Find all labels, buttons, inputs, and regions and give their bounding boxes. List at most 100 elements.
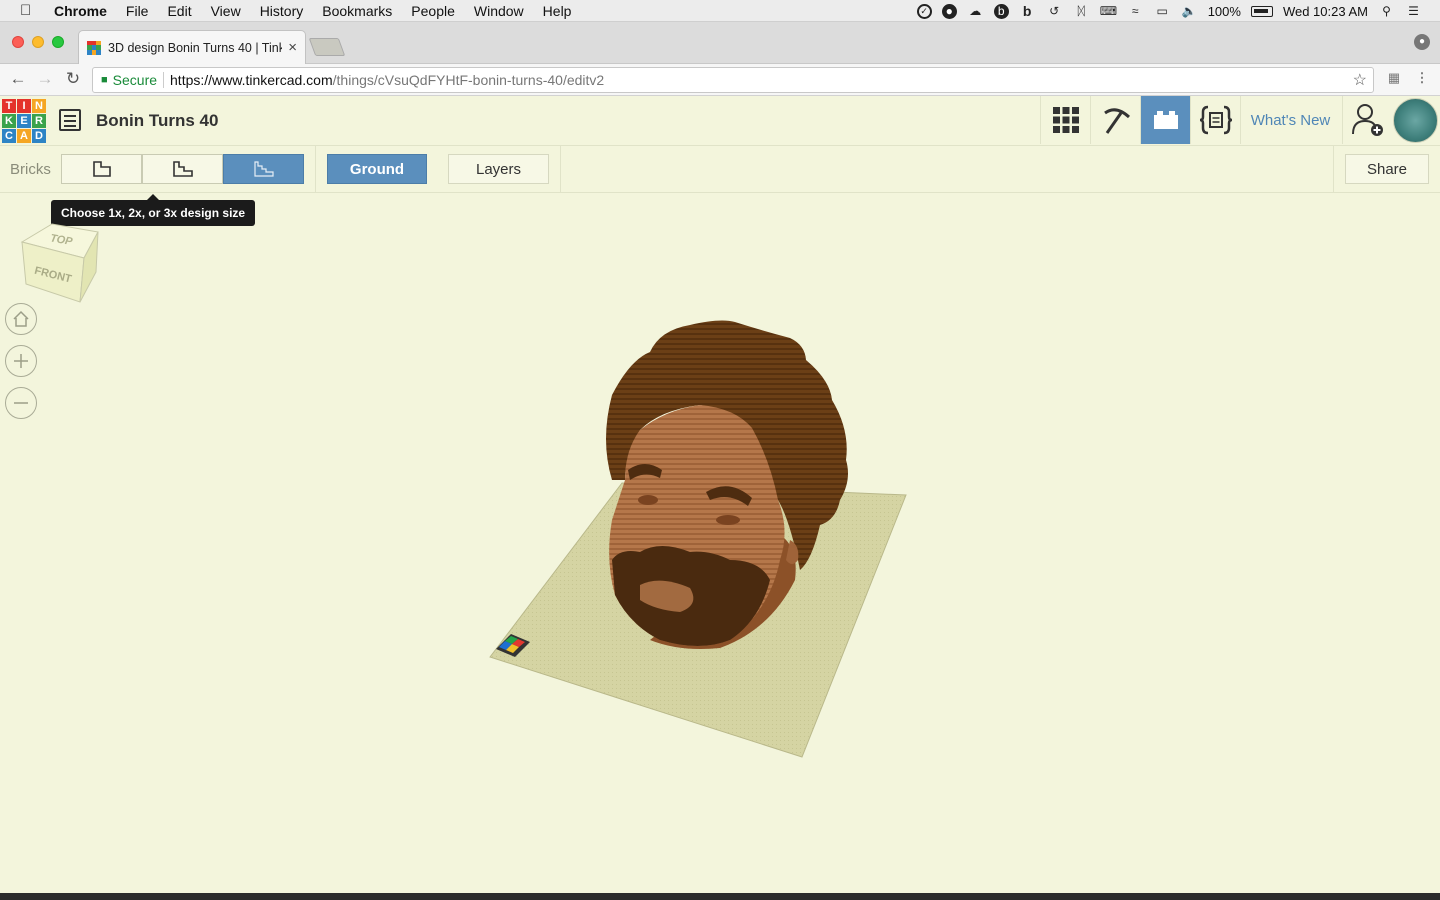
- right-eye: [716, 515, 740, 525]
- size-3x-icon: [253, 161, 274, 177]
- menu-edit[interactable]: Edit: [167, 3, 191, 19]
- dock-strip: [0, 893, 1440, 900]
- size-2x-button[interactable]: [142, 154, 223, 184]
- home-icon: [13, 310, 29, 327]
- menu-help[interactable]: Help: [543, 3, 572, 19]
- logo-letter: N: [32, 99, 46, 113]
- omnibox-separator: [163, 72, 165, 88]
- whats-new-link[interactable]: What's New: [1240, 96, 1340, 144]
- zoom-window-button[interactable]: [52, 36, 64, 48]
- tab-title: 3D design Bonin Turns 40 | Tinkercad: [108, 40, 283, 55]
- design-title[interactable]: Bonin Turns 40: [96, 111, 218, 131]
- menu-history[interactable]: History: [260, 3, 304, 19]
- size-2x-icon: [172, 161, 193, 177]
- menu-file[interactable]: File: [126, 3, 149, 19]
- back-icon[interactable]: ←: [7, 68, 29, 90]
- menu-view[interactable]: View: [211, 3, 241, 19]
- logo-letter: R: [32, 114, 46, 128]
- invite-user-button[interactable]: [1342, 96, 1392, 144]
- toolbar-divider: [315, 146, 316, 193]
- size-3x-button[interactable]: [223, 154, 304, 184]
- size-1x-icon: [92, 161, 111, 177]
- design-list-icon[interactable]: [59, 109, 81, 131]
- view-cube[interactable]: TOP FRONT: [14, 210, 114, 310]
- logo-letter: D: [32, 129, 46, 143]
- browser-toolbar: ← → ↻ ■ Secure https://www.tinkercad.com…: [0, 64, 1440, 96]
- record-icon[interactable]: ●: [941, 3, 957, 19]
- zoom-in-button[interactable]: [5, 345, 37, 377]
- tinkercad-logo[interactable]: T I N K E R C A D: [2, 99, 46, 143]
- forward-icon[interactable]: →: [34, 68, 56, 90]
- code-blocks-button[interactable]: [1190, 96, 1240, 144]
- zoom-out-button[interactable]: [5, 387, 37, 419]
- grid-icon: [1052, 107, 1079, 133]
- minus-icon: [14, 402, 28, 404]
- grid-view-button[interactable]: [1040, 96, 1090, 144]
- brick-toolbar: Bricks Ground Layers Share: [0, 146, 1440, 193]
- ground-button[interactable]: Ground: [327, 154, 427, 184]
- logo-letter: E: [17, 114, 31, 128]
- share-button[interactable]: Share: [1345, 154, 1429, 184]
- battery-icon[interactable]: [1250, 5, 1273, 17]
- time-machine-icon[interactable]: ↺: [1046, 4, 1063, 19]
- browser-tab[interactable]: 3D design Bonin Turns 40 | Tinkercad ×: [78, 30, 306, 64]
- close-window-button[interactable]: [12, 36, 24, 48]
- secure-label: Secure: [112, 72, 158, 88]
- size-1x-button[interactable]: [61, 154, 142, 184]
- volume-icon[interactable]: 🔈: [1181, 4, 1198, 19]
- layers-button[interactable]: Layers: [448, 154, 549, 184]
- apple-icon[interactable]: : [20, 2, 40, 19]
- pickaxe-icon: [1103, 108, 1130, 134]
- airplay-icon[interactable]: ▭: [1154, 4, 1171, 19]
- menu-bookmarks[interactable]: Bookmarks: [322, 3, 392, 19]
- pickaxe-button[interactable]: [1090, 96, 1140, 144]
- profile-icon[interactable]: ●: [1414, 34, 1430, 50]
- status-area: ✓ ● ☁ b b ↺ ᛞ ⌨ ≈ ▭ 🔈 100% Wed 10:23 AM …: [916, 0, 1422, 22]
- tab-strip: 3D design Bonin Turns 40 | Tinkercad × ●: [0, 22, 1440, 64]
- more-menu-icon[interactable]: ⋮: [1414, 70, 1430, 86]
- cloud-icon[interactable]: ☁: [967, 4, 984, 19]
- plus-icon: [14, 354, 28, 368]
- menu-chrome[interactable]: Chrome: [54, 3, 107, 19]
- tab-close-icon[interactable]: ×: [288, 39, 297, 56]
- logo-letter: I: [17, 99, 31, 113]
- toolbar-divider: [1333, 146, 1334, 193]
- minimize-window-button[interactable]: [32, 36, 44, 48]
- bricks-label: Bricks: [10, 161, 51, 178]
- bookmark-star-icon[interactable]: ☆: [1353, 70, 1367, 90]
- user-avatar[interactable]: [1393, 98, 1438, 143]
- bluetooth-icon[interactable]: ᛞ: [1073, 4, 1090, 19]
- keyboard-icon[interactable]: ⌨: [1100, 4, 1117, 19]
- menu-window[interactable]: Window: [474, 3, 524, 19]
- tinkercad-header: T I N K E R C A D Bonin Turns 40 What's …: [0, 96, 1440, 146]
- logo-letter: C: [2, 129, 16, 143]
- extension-icon[interactable]: ▦: [1386, 70, 1402, 86]
- logo-letter: A: [17, 129, 31, 143]
- spotlight-icon[interactable]: ⚲: [1378, 4, 1395, 19]
- menu-people[interactable]: People: [411, 3, 455, 19]
- home-view-button[interactable]: [5, 303, 37, 335]
- macos-menubar:  Chrome File Edit View History Bookmark…: [0, 0, 1440, 22]
- notification-center-icon[interactable]: ☰: [1405, 4, 1422, 19]
- lock-icon: ■: [101, 74, 108, 86]
- 3d-viewport[interactable]: [470, 300, 930, 780]
- new-tab-button[interactable]: [308, 38, 346, 56]
- tinkercad-favicon-icon: [87, 40, 101, 55]
- voxel-model: [489, 320, 907, 758]
- b-icon[interactable]: b: [1019, 3, 1036, 19]
- brick-icon: [1153, 111, 1178, 129]
- bricks-mode-button[interactable]: [1140, 96, 1190, 144]
- toolbar-divider: [560, 146, 561, 193]
- url-host: https://www.tinkercad.com: [170, 72, 333, 88]
- code-braces-icon: [1199, 105, 1232, 135]
- wifi-icon[interactable]: ≈: [1127, 4, 1144, 19]
- logo-letter: K: [2, 114, 16, 128]
- check-circle-icon[interactable]: ✓: [916, 3, 932, 19]
- address-bar[interactable]: ■ Secure https://www.tinkercad.com /thin…: [92, 67, 1374, 93]
- clock[interactable]: Wed 10:23 AM: [1283, 4, 1368, 19]
- add-user-icon: [1351, 104, 1383, 136]
- reload-icon[interactable]: ↻: [62, 68, 84, 90]
- b-circle-icon[interactable]: b: [993, 3, 1009, 19]
- battery-percent: 100%: [1207, 3, 1241, 19]
- view-cube-icon: TOP FRONT: [20, 223, 99, 303]
